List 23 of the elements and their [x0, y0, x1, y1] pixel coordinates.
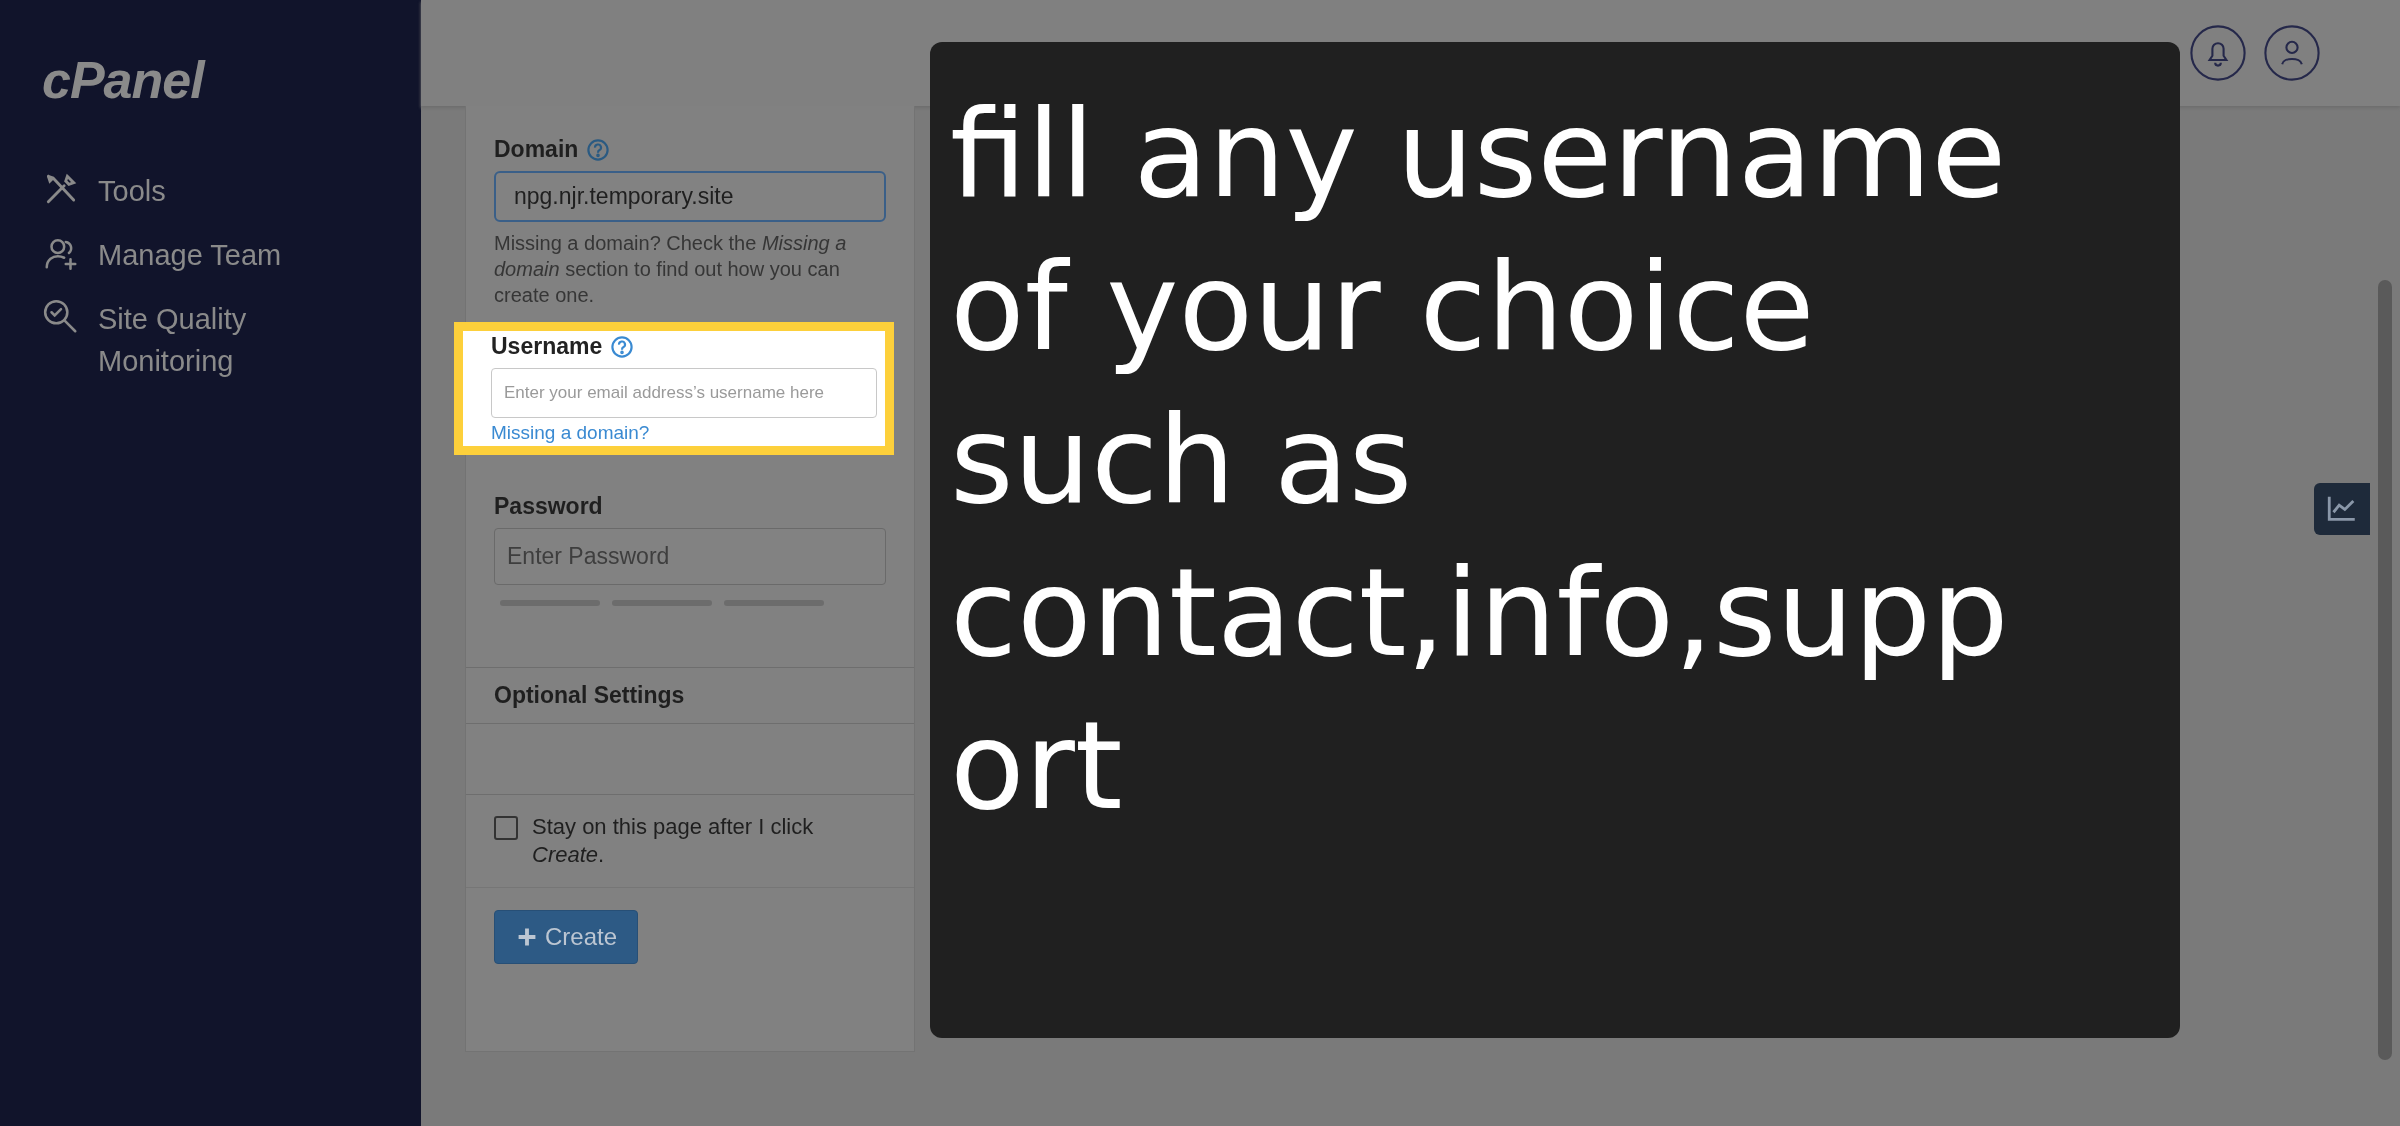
checkbox-label: Stay on this page after I click Create. — [532, 813, 815, 869]
user-icon[interactable] — [2264, 25, 2320, 81]
callout-text: fill any username of your choice such as contact,info,support — [950, 82, 2010, 839]
field-label: Domain — [494, 136, 579, 163]
logo[interactable]: cPanel — [42, 50, 421, 110]
sidebar-item[interactable]: Manage Team — [42, 234, 421, 276]
field-label: Password — [494, 493, 604, 520]
create-button[interactable]: Create — [494, 910, 639, 964]
help-icon[interactable] — [586, 137, 611, 162]
stay-checkbox[interactable] — [494, 816, 518, 840]
scrollbar-thumb[interactable] — [2378, 280, 2392, 1060]
sidebar-item[interactable]: Tools — [42, 170, 421, 212]
chart-button[interactable] — [2314, 483, 2370, 535]
username-field[interactable]: Enter your email address’s username here — [491, 368, 877, 418]
domain-select[interactable]: npg.njr.temporary.site — [494, 171, 886, 222]
password-field[interactable]: Enter Password — [494, 528, 886, 585]
field-label: Username — [491, 333, 603, 360]
help-text: Missing a domain? Check the Missing a domain section to find out how you can create one. — [494, 231, 848, 308]
help-icon[interactable] — [610, 334, 635, 359]
missing-domain-link[interactable]: Missing a domain? — [491, 422, 877, 444]
section-title: Optional Settings — [494, 682, 685, 708]
bell-icon[interactable] — [2190, 25, 2246, 81]
sidebar-item[interactable]: Site Quality Monitoring — [42, 298, 421, 382]
